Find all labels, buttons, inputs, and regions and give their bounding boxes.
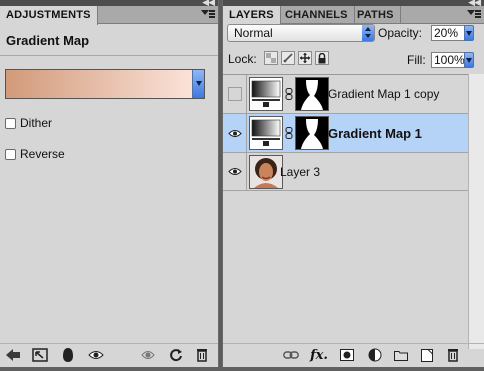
fill-input[interactable]: 100% xyxy=(431,52,465,68)
reset-icon[interactable] xyxy=(168,347,184,363)
layer-visibility-toggle[interactable] xyxy=(224,114,247,152)
layer-mask-thumbnail[interactable] xyxy=(295,77,329,111)
layer-name[interactable]: Gradient Map 1 copy xyxy=(328,87,439,101)
blend-mode-select[interactable]: Normal xyxy=(227,24,375,42)
back-arrow-icon[interactable] xyxy=(5,347,21,363)
panel-menu-icon[interactable] xyxy=(201,8,215,21)
layers-panel: ◀◀ LAYERS CHANNELS PATHS Normal Opacity:… xyxy=(222,0,484,371)
chevron-down-icon xyxy=(466,31,472,36)
fx-icon[interactable]: fx. xyxy=(310,347,328,363)
chain-link-icon[interactable] xyxy=(285,127,293,139)
lock-label: Lock: xyxy=(228,52,257,66)
reverse-label: Reverse xyxy=(20,147,65,161)
layers-tab-bar: LAYERS CHANNELS PATHS xyxy=(223,6,484,25)
tab-channels[interactable]: CHANNELS xyxy=(279,6,355,24)
layer-mask-thumbnail[interactable] xyxy=(295,116,329,150)
adjustments-panel: ◀◀ ADJUSTMENTS Gradient Map Dither Rever… xyxy=(0,0,219,371)
layer-row-gradient-map-1-copy[interactable]: Gradient Map 1 copy xyxy=(223,75,468,114)
blend-mode-spinner[interactable] xyxy=(362,25,374,41)
panel-menu-icon[interactable] xyxy=(467,8,481,21)
delete-icon[interactable] xyxy=(194,347,210,363)
reverse-checkbox[interactable] xyxy=(5,148,16,160)
eye-icon xyxy=(228,168,242,175)
lock-transparency-icon[interactable] xyxy=(264,51,278,65)
delete-layer-icon[interactable] xyxy=(445,347,461,363)
chevron-down-icon xyxy=(196,81,202,86)
lock-image-pixels-icon[interactable] xyxy=(281,51,295,65)
opacity-dropdown[interactable] xyxy=(464,25,474,41)
gradient-picker[interactable] xyxy=(5,69,205,99)
layers-scrollbar[interactable] xyxy=(468,74,484,349)
adjustment-title: Gradient Map xyxy=(6,33,90,48)
reverse-option[interactable]: Reverse xyxy=(5,147,65,161)
adjustments-tab-bar: ADJUSTMENTS xyxy=(0,6,218,25)
new-layer-icon[interactable] xyxy=(419,347,435,363)
new-adjustment-icon[interactable] xyxy=(367,347,383,363)
view-previous-state-icon[interactable] xyxy=(140,347,156,363)
adjustments-footer xyxy=(0,343,218,365)
dither-option[interactable]: Dither xyxy=(5,116,52,130)
layers-footer: fx. xyxy=(223,343,484,365)
lock-all-icon[interactable] xyxy=(315,51,329,65)
gradient-map-adjustment-thumbnail[interactable] xyxy=(249,77,283,111)
dither-checkbox[interactable] xyxy=(5,117,16,129)
layer-visibility-toggle[interactable] xyxy=(224,153,247,190)
opacity-label: Opacity: xyxy=(378,26,423,40)
layer-row-gradient-map-1[interactable]: Gradient Map 1 xyxy=(223,114,468,153)
lock-position-icon[interactable] xyxy=(298,51,312,65)
eye-icon xyxy=(228,129,242,137)
fill-dropdown[interactable] xyxy=(464,52,474,68)
chevron-down-icon xyxy=(466,58,472,63)
tab-paths[interactable]: PATHS xyxy=(351,6,401,24)
expand-view-icon[interactable] xyxy=(32,347,48,363)
tab-layers[interactable]: LAYERS xyxy=(223,6,281,25)
dither-label: Dither xyxy=(20,116,53,130)
layer-name[interactable]: Gradient Map 1 xyxy=(328,126,422,141)
layers-list: Gradient Map 1 copy Gradient Map 1 Layer… xyxy=(223,74,468,349)
add-mask-icon[interactable] xyxy=(339,347,355,363)
tab-adjustments[interactable]: ADJUSTMENTS xyxy=(0,6,98,25)
clip-to-layer-icon[interactable] xyxy=(60,347,76,363)
layer-row-layer-3[interactable]: Layer 3 xyxy=(223,153,468,191)
link-layers-icon[interactable] xyxy=(283,347,299,363)
gradient-map-adjustment-thumbnail[interactable] xyxy=(249,116,283,150)
new-group-icon[interactable] xyxy=(393,347,409,363)
hidden-visibility-icon xyxy=(228,87,242,101)
divider xyxy=(0,55,218,56)
blend-mode-value: Normal xyxy=(234,26,273,40)
layer-name[interactable]: Layer 3 xyxy=(280,165,320,179)
opacity-input[interactable]: 20% xyxy=(431,25,465,41)
blend-row: Normal xyxy=(227,24,463,42)
bottom-edge xyxy=(0,367,484,371)
gradient-preview[interactable] xyxy=(6,70,192,98)
layer-visibility-toggle[interactable] xyxy=(224,75,247,113)
chain-link-icon[interactable] xyxy=(285,88,293,100)
fill-label: Fill: xyxy=(407,53,426,67)
visibility-eye-icon[interactable] xyxy=(88,347,104,363)
portrait-photo-thumbnail[interactable] xyxy=(249,155,283,189)
gradient-dropdown-button[interactable] xyxy=(192,70,204,98)
